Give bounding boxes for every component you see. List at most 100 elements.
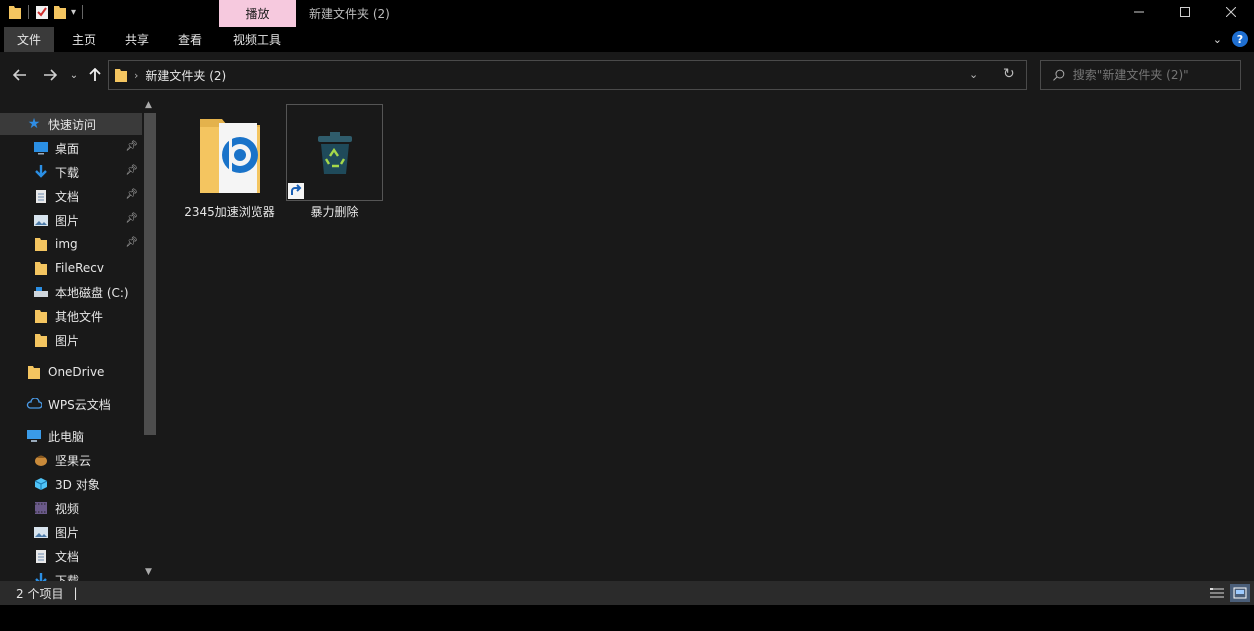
videos-icon — [33, 500, 49, 516]
star-icon: ★ — [27, 116, 41, 132]
sidebar-item-onedrive[interactable]: OneDrive — [0, 361, 142, 383]
tab-home[interactable]: 主页 — [60, 27, 108, 52]
sidebar-item-documents[interactable]: 文档 📌︎ — [0, 185, 142, 207]
sidebar-item-pc-documents[interactable]: 文档 — [0, 545, 142, 567]
sidebar-item-this-pc[interactable]: 此电脑 — [0, 425, 142, 447]
quick-access-toolbar: ▾ — [8, 4, 85, 20]
tab-video-tools[interactable]: 视频工具 — [222, 27, 292, 52]
sidebar-item-other-files[interactable]: 其他文件 — [0, 305, 142, 327]
ribbon-controls: ⌄ ? — [1213, 31, 1248, 47]
sidebar-item-label: 视频 — [55, 501, 80, 516]
file-list[interactable]: 2345加速浏览器 暴力删除 — [160, 97, 1254, 581]
pin-icon[interactable]: 📌︎ — [125, 189, 138, 200]
up-button[interactable] — [85, 65, 105, 85]
pictures-icon — [33, 524, 49, 540]
pin-icon[interactable]: 📌︎ — [125, 237, 138, 248]
file-name: 暴力删除 — [310, 205, 359, 219]
pin-icon[interactable]: 📌︎ — [125, 165, 138, 176]
scroll-down-icon[interactable]: ▼ — [145, 567, 152, 577]
sidebar-item-3d-objects[interactable]: 3D 对象 — [0, 473, 142, 495]
taskbar-gap — [0, 605, 1254, 631]
sidebar-item-quick-access[interactable]: ★ 快速访问 — [0, 113, 142, 135]
forward-button[interactable] — [40, 65, 60, 85]
large-icons-view-button[interactable] — [1230, 584, 1250, 602]
navigation-pane: ★ 快速访问 桌面 📌︎ 下载 📌︎ 文档 📌︎ 图片 📌︎ img 📌︎ Fi… — [0, 97, 160, 581]
document-icon — [33, 548, 49, 564]
computer-icon — [26, 428, 42, 444]
tab-play[interactable]: 播放 — [219, 0, 296, 27]
help-button[interactable]: ? — [1232, 31, 1248, 47]
sidebar-item-pc-downloads[interactable]: 下载 — [0, 569, 142, 581]
sidebar-item-filerecv[interactable]: FileRecv — [0, 257, 142, 279]
sidebar-item-label: 坚果云 — [55, 453, 92, 468]
sidebar-item-pictures-folder[interactable]: 图片 — [0, 329, 142, 351]
recent-locations-button[interactable]: ⌄ — [64, 65, 84, 85]
title-bar: ▾ 播放 新建文件夹 (2) — [0, 0, 1254, 27]
details-view-button[interactable] — [1207, 584, 1227, 602]
file-item[interactable]: 2345加速浏览器 — [182, 105, 277, 220]
search-box[interactable] — [1040, 60, 1241, 90]
customize-qat-icon[interactable]: ▾ — [71, 7, 76, 18]
sidebar-item-desktop[interactable]: 桌面 📌︎ — [0, 137, 142, 159]
toolbar-separator — [28, 5, 29, 19]
sidebar-item-label: 下载 — [55, 573, 80, 582]
sidebar-item-nutstore[interactable]: 坚果云 — [0, 449, 142, 471]
maximize-button[interactable] — [1162, 0, 1208, 24]
forward-arrow-icon — [44, 69, 57, 81]
sidebar-item-label: 文档 — [55, 549, 80, 564]
sidebar-item-label: WPS云文档 — [48, 397, 111, 412]
new-folder-icon[interactable] — [53, 4, 67, 20]
sidebar-item-local-disk-c[interactable]: 本地磁盘 (C:) — [0, 281, 142, 303]
scroll-up-icon[interactable]: ▲ — [145, 100, 152, 110]
tab-file[interactable]: 文件 — [4, 27, 54, 52]
sidebar-item-downloads[interactable]: 下载 📌︎ — [0, 161, 142, 183]
browser-folder-icon — [182, 105, 277, 200]
address-history-chevron-icon[interactable]: ⌄ — [969, 68, 978, 81]
folder-icon — [9, 6, 21, 19]
folder-icon — [33, 236, 49, 252]
close-icon — [1226, 7, 1236, 17]
back-arrow-icon — [13, 69, 26, 81]
sidebar-item-pictures[interactable]: 图片 📌︎ — [0, 209, 142, 231]
status-divider: | — [73, 586, 78, 600]
folder-icon — [33, 332, 49, 348]
cloud-icon — [26, 396, 42, 412]
status-bar: 2 个项目 | — [0, 581, 1254, 605]
sidebar-item-videos[interactable]: 视频 — [0, 497, 142, 519]
file-item[interactable]: 暴力删除 — [286, 104, 383, 220]
folder-icon — [33, 308, 49, 324]
refresh-icon[interactable]: ↻ — [1003, 66, 1015, 82]
download-icon — [33, 572, 49, 581]
tab-view[interactable]: 查看 — [166, 27, 214, 52]
sidebar-item-label: 下载 — [55, 165, 80, 180]
sidebar-item-img[interactable]: img 📌︎ — [0, 233, 142, 255]
pin-icon[interactable]: 📌︎ — [125, 213, 138, 224]
sidebar-item-label: 快速访问 — [48, 117, 97, 132]
sidebar-item-label: 桌面 — [55, 141, 80, 156]
pin-icon[interactable]: 📌︎ — [125, 141, 138, 152]
item-count: 2 个项目 — [16, 586, 64, 601]
minimize-button[interactable] — [1116, 0, 1162, 24]
tab-share[interactable]: 共享 — [113, 27, 161, 52]
pictures-icon — [33, 212, 49, 228]
breadcrumb-separator-icon[interactable]: › — [134, 69, 138, 82]
nav-scrollbar-thumb[interactable] — [144, 113, 156, 435]
sidebar-item-wps-cloud[interactable]: WPS云文档 — [0, 393, 142, 415]
breadcrumb[interactable]: 新建文件夹 (2) — [145, 67, 226, 84]
sidebar-item-label: OneDrive — [48, 365, 105, 379]
up-arrow-icon — [89, 68, 101, 81]
search-input[interactable] — [1072, 68, 1240, 82]
search-icon — [1053, 69, 1065, 81]
sidebar-item-label: 3D 对象 — [55, 477, 100, 492]
close-button[interactable] — [1208, 0, 1254, 24]
sidebar-item-pc-pictures[interactable]: 图片 — [0, 521, 142, 543]
details-view-icon — [1210, 588, 1224, 598]
back-button[interactable] — [10, 65, 30, 85]
sidebar-item-label: img — [55, 237, 78, 251]
sidebar-item-label: 此电脑 — [48, 429, 85, 444]
address-bar[interactable]: › 新建文件夹 (2) ⌄ ↻ — [108, 60, 1027, 90]
expand-ribbon-icon[interactable]: ⌄ — [1213, 33, 1222, 46]
ribbon-tabs: 文件 主页 共享 查看 视频工具 ⌄ ? — [0, 27, 1254, 52]
properties-icon[interactable] — [35, 4, 49, 20]
window-title: 新建文件夹 (2) — [309, 7, 390, 21]
